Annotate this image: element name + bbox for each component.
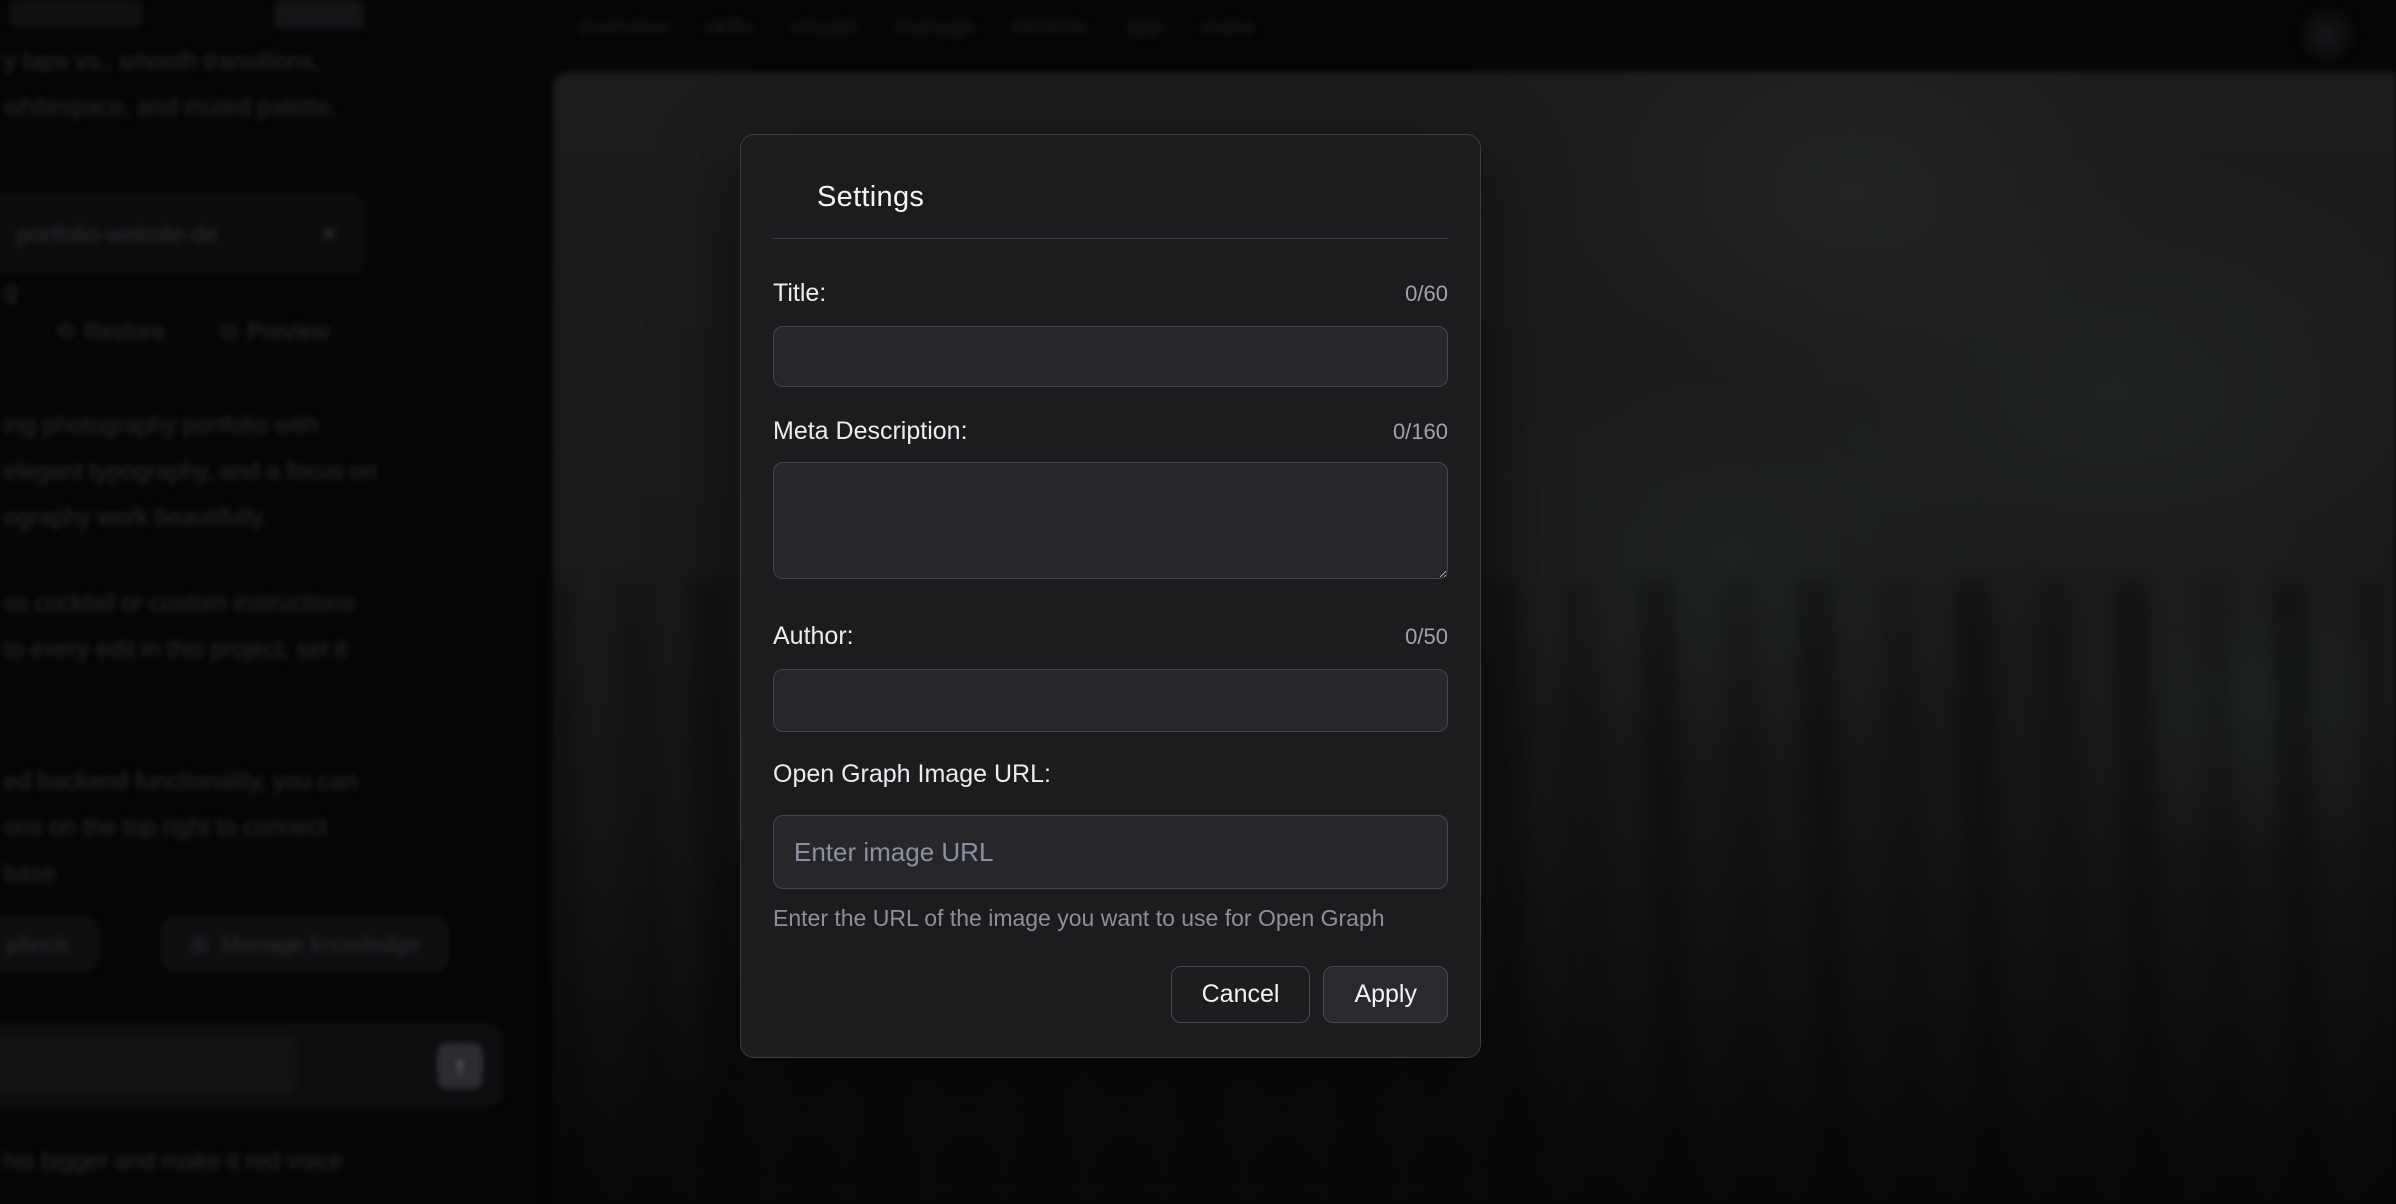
grid-icon: ⊞ bbox=[190, 931, 209, 958]
meta-description-counter: 0/160 bbox=[1393, 419, 1448, 445]
menu-item[interactable]: app bbox=[1126, 14, 1163, 40]
author-counter: 0/50 bbox=[1405, 624, 1448, 650]
title-input[interactable] bbox=[773, 326, 1448, 387]
chat-text: ss cocktail or custom instructions bbox=[4, 590, 355, 618]
chat-text: base bbox=[4, 860, 56, 888]
send-button[interactable]: ↑ bbox=[437, 1043, 483, 1089]
apply-button[interactable]: Apply bbox=[1323, 966, 1448, 1023]
og-image-label: Open Graph Image URL: bbox=[773, 760, 1051, 789]
attachment-card[interactable]: portfolio-website-de × bbox=[0, 196, 362, 272]
chat-input[interactable] bbox=[0, 1036, 297, 1094]
chat-text: ed backend functionality, you can bbox=[4, 768, 357, 796]
restore-button[interactable]: ⟲Restore bbox=[55, 318, 165, 345]
settings-dialog: Settings Title: 0/60 Meta Description: 0… bbox=[740, 134, 1481, 1058]
og-image-url-input[interactable] bbox=[773, 815, 1448, 889]
avatar[interactable] bbox=[2296, 4, 2358, 66]
manage-knowledge-button[interactable]: ⊞Manage knowledge bbox=[163, 918, 448, 970]
top-menu: overview skills visuals manage torrents … bbox=[580, 14, 1280, 40]
dialog-actions: Cancel Apply bbox=[773, 966, 1448, 1023]
chat-sidebar: y taps vs., smooth transitions, whitespa… bbox=[0, 0, 553, 1204]
message-actions: ⟲Restore ⧉Preview bbox=[55, 318, 329, 345]
author-field-group: Author: 0/50 bbox=[773, 584, 1448, 732]
chat-text: ons on the top right to connect bbox=[4, 814, 327, 842]
dialog-title: Settings bbox=[817, 181, 1448, 214]
meta-description-field-group: Meta Description: 0/160 bbox=[773, 387, 1448, 584]
preview-button[interactable]: ⧉Preview bbox=[221, 318, 329, 345]
attachment-title: portfolio-website-de bbox=[17, 221, 307, 248]
menu-item[interactable]: manage bbox=[896, 14, 976, 40]
knowledge-actions: pbook ⊞Manage knowledge bbox=[0, 918, 447, 970]
restore-icon: ⟲ bbox=[55, 318, 74, 344]
menu-item[interactable]: make bbox=[1201, 14, 1255, 40]
chat-text: elegant typography, and a focus on bbox=[4, 458, 377, 486]
title-field-group: Title: 0/60 bbox=[773, 239, 1448, 387]
author-input[interactable] bbox=[773, 669, 1448, 732]
cancel-button[interactable]: Cancel bbox=[1171, 966, 1311, 1023]
og-image-field-group: Open Graph Image URL: Enter the URL of t… bbox=[773, 732, 1448, 932]
meta-description-textarea[interactable] bbox=[773, 462, 1448, 579]
app-window: overview skills visuals manage torrents … bbox=[0, 0, 2396, 1204]
menu-item[interactable]: torrents bbox=[1013, 14, 1088, 40]
meta-description-label: Meta Description: bbox=[773, 417, 968, 446]
scrapbook-button[interactable]: pbook bbox=[0, 918, 97, 970]
chat-text: g bbox=[4, 278, 17, 306]
send-icon: ↑ bbox=[454, 1051, 467, 1082]
og-image-help-text: Enter the URL of the image you want to u… bbox=[773, 905, 1448, 932]
title-counter: 0/60 bbox=[1405, 281, 1448, 307]
menu-item[interactable]: visuals bbox=[790, 14, 857, 40]
menu-item[interactable]: overview bbox=[580, 14, 667, 40]
preview-icon: ⧉ bbox=[221, 318, 237, 344]
chat-text: whitespace, and muted palette. bbox=[4, 94, 336, 122]
chat-text: to every edit in this project, set it bbox=[4, 636, 347, 664]
title-label: Title: bbox=[773, 279, 826, 308]
author-label: Author: bbox=[773, 622, 854, 651]
menu-item[interactable]: skills bbox=[705, 14, 753, 40]
chat-text: y taps vs., smooth transitions, bbox=[4, 48, 320, 76]
chat-text: ography work beautifully. bbox=[4, 504, 268, 532]
chat-text: ing photography portfolio with bbox=[4, 412, 318, 440]
chat-text: his bigger and make it red voice bbox=[4, 1148, 343, 1176]
chat-input-row: ↑ bbox=[0, 1025, 502, 1105]
close-icon[interactable]: × bbox=[321, 218, 337, 250]
